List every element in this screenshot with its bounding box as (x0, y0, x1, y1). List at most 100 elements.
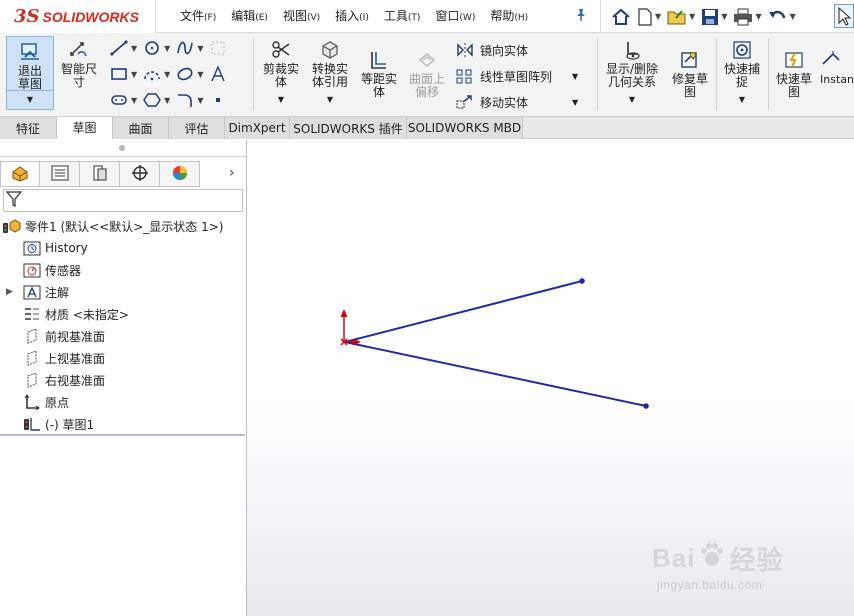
menu-view[interactable]: 视图(V) (283, 7, 320, 24)
chevron-down-icon[interactable]: ▼ (131, 70, 137, 79)
offset-entities-label: 等距实体 (360, 72, 397, 99)
home-icon[interactable] (611, 6, 631, 28)
rectangle-icon[interactable] (108, 65, 130, 83)
chevron-down-icon[interactable]: ▼ (739, 93, 745, 106)
feature-filter-box[interactable] (3, 189, 243, 212)
chevron-down-icon[interactable]: ▼ (629, 93, 635, 106)
sketch-line-lower[interactable] (344, 341, 647, 407)
feature-manager-tab[interactable] (0, 161, 40, 187)
sketch-line-upper[interactable] (344, 280, 583, 343)
dimxpert-manager-tab[interactable] (120, 161, 160, 187)
smart-dimension-button[interactable]: 智能尺寸 (57, 39, 101, 89)
tab-evaluate[interactable]: 评估 (169, 117, 225, 139)
display-delete-relations-button[interactable]: 显示/删除几何关系 ▼ (600, 39, 664, 106)
chevron-down-icon[interactable]: ▼ (197, 44, 203, 53)
tree-node-sketch1[interactable]: (-) 草图1 (0, 413, 247, 435)
convert-entities-button[interactable]: 转换实体引用 ▼ (306, 39, 354, 106)
chevron-down-icon[interactable]: ▼ (572, 98, 578, 107)
menu-window[interactable]: 窗口(W) (435, 7, 475, 24)
spline-icon[interactable] (174, 39, 196, 57)
exit-sketch-button[interactable]: 退出草图 ▼ (6, 36, 54, 110)
text-icon[interactable] (207, 65, 229, 83)
chevron-down-icon[interactable]: ▼ (572, 72, 578, 81)
tab-surfaces[interactable]: 曲面 (113, 117, 169, 139)
rapid-sketch-button[interactable]: 快速草图 (771, 49, 817, 99)
chevron-down-icon[interactable]: ▼ (131, 96, 137, 105)
sketch-endpoint[interactable] (579, 278, 585, 284)
chevron-down-icon[interactable]: ▼ (197, 96, 203, 105)
tab-features[interactable]: 特征 (0, 117, 57, 139)
expand-arrow-icon[interactable]: ▶ (6, 287, 16, 297)
tab-dimxpert[interactable]: DimXpert (225, 117, 290, 139)
property-manager-tab[interactable] (40, 161, 80, 187)
tree-node-label: 右视基准面 (45, 373, 106, 388)
line-icon[interactable] (108, 39, 130, 57)
save-icon[interactable]: ▼ (701, 6, 727, 28)
chevron-down-icon[interactable]: ▼ (164, 44, 170, 53)
chevron-down-icon[interactable]: ▼ (7, 90, 53, 106)
tree-node-part[interactable]: 零件1 (默认<<默认>_显示状态 1>) (0, 215, 247, 237)
material-icon (22, 305, 42, 323)
tab-solidworks-addins[interactable]: SOLIDWORKS 插件 (290, 117, 407, 139)
chevron-down-icon[interactable]: ▼ (689, 12, 695, 21)
chevron-down-icon[interactable]: ▼ (197, 70, 203, 79)
pin-icon[interactable] (575, 8, 587, 26)
solidworks-logo[interactable]: 3S SOLIDWORKS (0, 0, 156, 33)
circle-icon[interactable] (141, 39, 163, 57)
tree-node-material[interactable]: 材质 <未指定> (0, 303, 247, 325)
menu-file[interactable]: 文件(F) (180, 7, 216, 24)
chevron-down-icon[interactable]: ▼ (327, 93, 333, 106)
configuration-manager-tab[interactable] (80, 161, 120, 187)
chevron-down-icon[interactable]: ▼ (131, 44, 137, 53)
point-icon[interactable] (207, 91, 229, 109)
tree-node-origin[interactable]: 原点 (0, 391, 247, 413)
point-grid-icon[interactable] (207, 39, 229, 57)
tree-node-sensors[interactable]: 传感器 (0, 259, 247, 281)
offset-entities-button[interactable]: 等距实体 (356, 49, 402, 99)
chevron-down-icon[interactable]: ▼ (164, 70, 170, 79)
move-entities-button[interactable]: 移动实体 ▼ (454, 93, 578, 111)
polygon-icon[interactable] (141, 91, 163, 109)
instant2d-button[interactable]: Instan (820, 49, 854, 86)
menu-edit[interactable]: 编辑(E) (231, 7, 268, 24)
undo-icon[interactable]: ▼ (768, 6, 796, 28)
sketch-endpoint[interactable] (643, 403, 649, 409)
tree-node-top-plane[interactable]: 上视基准面 (0, 347, 247, 369)
panel-grip-handle[interactable] (119, 145, 125, 151)
tree-node-annotations[interactable]: ▶ 注解 (0, 281, 247, 303)
fillet-icon[interactable] (174, 91, 196, 109)
chevron-down-icon[interactable]: ▼ (278, 93, 284, 106)
offset-on-surface-button[interactable]: 曲面上偏移 (404, 49, 450, 99)
slot-icon[interactable] (108, 91, 130, 109)
tree-node-history[interactable]: History (0, 237, 247, 259)
chevron-down-icon[interactable]: ▼ (655, 12, 661, 21)
arc-icon[interactable] (141, 65, 163, 83)
feature-tree-icon (10, 164, 30, 185)
tree-node-front-plane[interactable]: 前视基准面 (0, 325, 247, 347)
tab-sketch[interactable]: 草图 (57, 117, 113, 139)
chevron-down-icon[interactable]: ▼ (721, 12, 727, 21)
quick-snaps-button[interactable]: 快速捕捉 ▼ (719, 39, 765, 106)
display-manager-tab[interactable] (160, 161, 200, 187)
mirror-icon (454, 41, 476, 59)
chevron-down-icon[interactable]: ▼ (164, 96, 170, 105)
menu-tools[interactable]: 工具(T) (384, 7, 421, 24)
select-icon[interactable] (834, 4, 854, 28)
menu-insert[interactable]: 插入(I) (335, 7, 369, 24)
menu-help[interactable]: 帮助(H) (490, 7, 528, 24)
open-icon[interactable]: ▼ (667, 6, 695, 28)
tab-solidworks-mbd[interactable]: SOLIDWORKS MBD (407, 117, 523, 139)
filter-icon[interactable] (5, 190, 23, 211)
mirror-entities-button[interactable]: 镜向实体 (454, 41, 528, 59)
chevron-right-icon[interactable]: › (229, 165, 235, 181)
print-icon[interactable]: ▼ (733, 6, 762, 28)
trim-entities-button[interactable]: 剪裁实体 ▼ (258, 39, 304, 106)
chevron-down-icon[interactable]: ▼ (790, 12, 796, 21)
ellipse-icon[interactable] (174, 65, 196, 83)
sketch-icon (22, 415, 42, 433)
new-document-icon[interactable]: ▼ (637, 6, 661, 28)
tree-node-right-plane[interactable]: 右视基准面 (0, 369, 247, 391)
linear-sketch-pattern-button[interactable]: 线性草图阵列 ▼ (454, 67, 578, 85)
repair-sketch-button[interactable]: 修复草图 (667, 49, 713, 99)
chevron-down-icon[interactable]: ▼ (755, 12, 761, 21)
